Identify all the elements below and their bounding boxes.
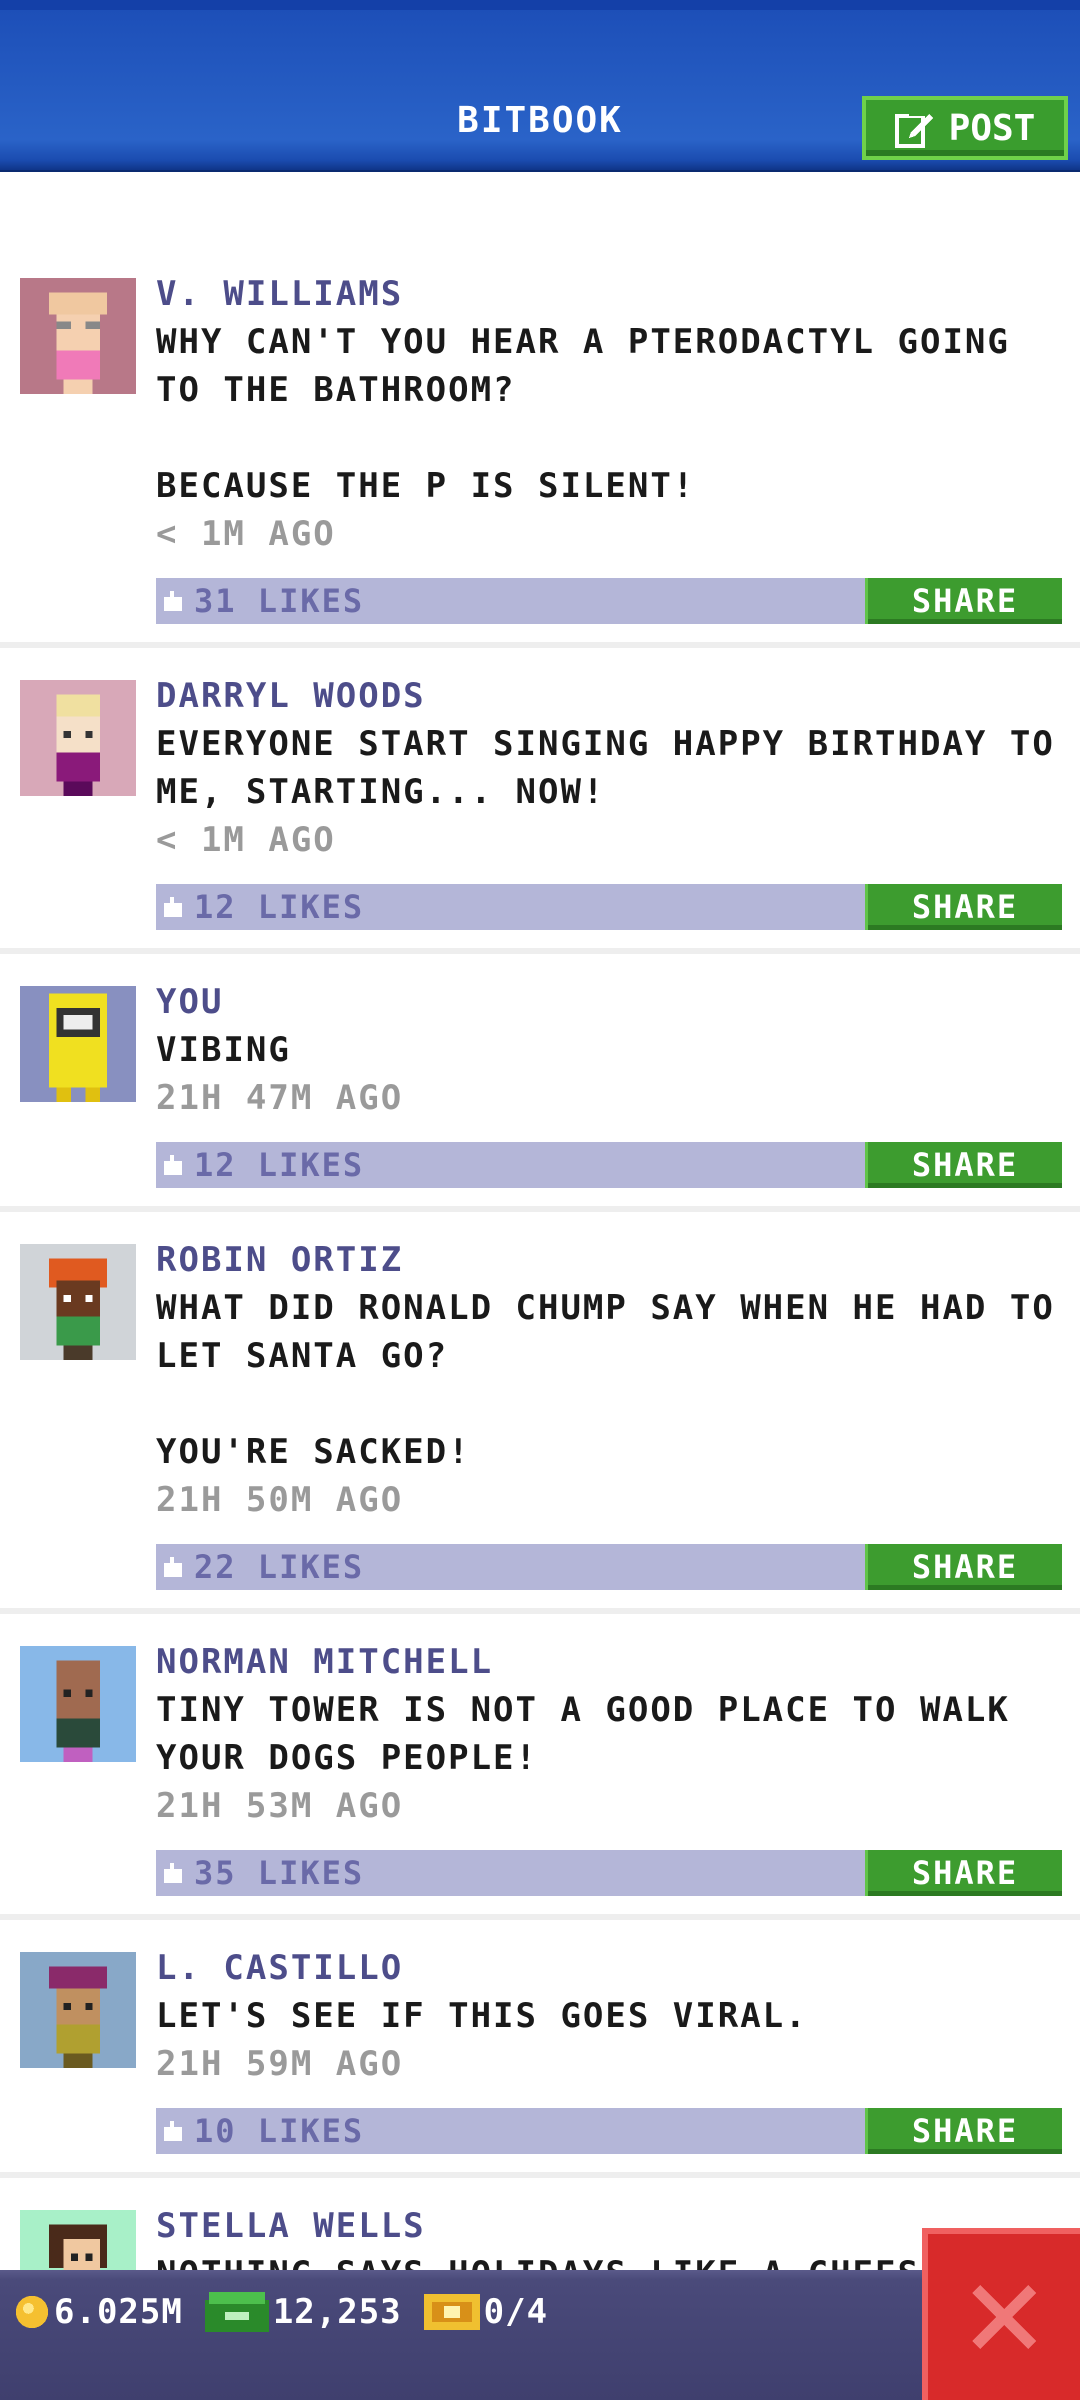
post-text: WHY CAN'T YOU HEAR A PTERODACTYL GOING T… (156, 322, 1010, 506)
post-content: V. WILLIAMS WHY CAN'T YOU HEAR A PTERODAC… (156, 258, 1066, 624)
like-count: 10 LIKES (194, 2112, 365, 2150)
post-content: L. CASTILLO LET'S SEE IF THIS GOES VIRAL.… (156, 1932, 1066, 2154)
thumbs-up-icon (164, 1557, 182, 1577)
feed-post: ROBIN ORTIZ WHAT DID RONALD CHUMP SAY WHE… (0, 1224, 1080, 1614)
like-count: 12 LIKES (194, 888, 365, 926)
post-author[interactable]: YOU (156, 978, 1066, 1026)
avatar-image (20, 986, 136, 1102)
like-count: 12 LIKES (194, 1146, 365, 1184)
post-text: EVERYONE START SINGING HAPPY BIRTHDAY TO… (156, 724, 1055, 812)
post-content: DARRYL WOODS EVERYONE START SINGING HAPPY… (156, 660, 1066, 930)
post-author[interactable]: L. CASTILLO (156, 1944, 1066, 1992)
post-actions-bar: 10 LIKES SHARE (156, 2108, 1062, 2154)
ticket-icon (423, 2294, 480, 2330)
thumbs-up-icon (164, 2121, 182, 2141)
tickets-stat: 0/4 (423, 2292, 549, 2332)
coin-icon (15, 2295, 49, 2329)
feed-post: L. CASTILLO LET'S SEE IF THIS GOES VIRAL.… (0, 1932, 1080, 2178)
blonde-man-avatar[interactable] (20, 680, 136, 796)
share-button[interactable]: SHARE (865, 884, 1062, 930)
post-author[interactable]: DARRYL WOODS (156, 672, 1066, 720)
feed-list: V. WILLIAMS WHY CAN'T YOU HEAR A PTERODAC… (0, 258, 1080, 2334)
like-count: 35 LIKES (194, 1854, 365, 1892)
avatar-image (20, 680, 136, 796)
tickets-value: 0/4 (483, 2292, 549, 2332)
share-button[interactable]: SHARE (865, 1544, 1062, 1590)
like-button[interactable]: 35 LIKES (162, 1850, 364, 1896)
post-author[interactable]: ROBIN ORTIZ (156, 1236, 1066, 1284)
avatar-image (20, 1244, 136, 1360)
avatar-image (20, 1646, 136, 1762)
coins-stat: 6.025M (14, 2292, 183, 2332)
post-text: WHAT DID RONALD CHUMP SAY WHEN HE HAD TO… (156, 1288, 1055, 1472)
post-content: ROBIN ORTIZ WHAT DID RONALD CHUMP SAY WHE… (156, 1224, 1066, 1590)
redhead-avatar[interactable] (20, 1244, 136, 1360)
bux-stat: 12,253 (204, 2292, 402, 2332)
close-icon (972, 2285, 1036, 2349)
share-button[interactable]: SHARE (865, 2108, 1062, 2154)
avatar-image (20, 1952, 136, 2068)
post-author[interactable]: NORMAN MITCHELL (156, 1638, 1066, 1686)
glasses-woman-avatar[interactable] (20, 278, 136, 394)
post-author[interactable]: V. WILLIAMS (156, 270, 1066, 318)
post-button[interactable]: POST (862, 96, 1068, 160)
feed-post: DARRYL WOODS EVERYONE START SINGING HAPPY… (0, 660, 1080, 954)
post-time: 21H 50M AGO (156, 1480, 404, 1520)
post-time: < 1M AGO (156, 514, 336, 554)
thumbs-up-icon (164, 1863, 182, 1883)
post-content: YOU VIBING 21H 47M AGO 12 LIKES SHARE (156, 966, 1066, 1188)
bottom-status-bar: 6.025M 12,253 0/4 (0, 2270, 1080, 2400)
share-button[interactable]: SHARE (865, 1850, 1062, 1896)
edit-icon (894, 110, 933, 148)
post-text: LET'S SEE IF THIS GOES VIRAL. (156, 1996, 808, 2036)
post-actions-bar: 22 LIKES SHARE (156, 1544, 1062, 1590)
close-button[interactable] (922, 2228, 1080, 2400)
post-time: 21H 47M AGO (156, 1078, 404, 1118)
post-actions-bar: 12 LIKES SHARE (156, 1142, 1062, 1188)
feed-post: V. WILLIAMS WHY CAN'T YOU HEAR A PTERODAC… (0, 258, 1080, 648)
bald-man-avatar[interactable] (20, 1646, 136, 1762)
share-button[interactable]: SHARE (865, 1142, 1062, 1188)
post-time: 21H 53M AGO (156, 1786, 404, 1826)
like-button[interactable]: 22 LIKES (162, 1544, 364, 1590)
like-count: 22 LIKES (194, 1548, 365, 1586)
post-actions-bar: 31 LIKES SHARE (156, 578, 1062, 624)
share-button[interactable]: SHARE (865, 578, 1062, 624)
like-button[interactable]: 10 LIKES (162, 2108, 364, 2154)
coins-value: 6.025M (54, 2292, 183, 2332)
post-content: NORMAN MITCHELL TINY TOWER IS NOT A GOOD … (156, 1626, 1066, 1896)
bux-icon (204, 2292, 269, 2332)
like-count: 31 LIKES (194, 582, 365, 620)
post-actions-bar: 12 LIKES SHARE (156, 884, 1062, 930)
cap-man-avatar[interactable] (20, 1952, 136, 2068)
hazmat-avatar[interactable] (20, 986, 136, 1102)
like-button[interactable]: 31 LIKES (162, 578, 364, 624)
like-button[interactable]: 12 LIKES (162, 1142, 364, 1188)
post-time: 21H 59M AGO (156, 2044, 404, 2084)
post-button-label: POST (948, 107, 1036, 149)
thumbs-up-icon (164, 897, 182, 917)
thumbs-up-icon (164, 1155, 182, 1175)
bux-value: 12,253 (272, 2292, 402, 2332)
like-button[interactable]: 12 LIKES (162, 884, 364, 930)
post-text: VIBING (156, 1030, 291, 1070)
feed-post: YOU VIBING 21H 47M AGO 12 LIKES SHARE (0, 966, 1080, 1212)
post-actions-bar: 35 LIKES SHARE (156, 1850, 1062, 1896)
post-text: TINY TOWER IS NOT A GOOD PLACE TO WALK Y… (156, 1690, 1010, 1778)
thumbs-up-icon (164, 591, 182, 611)
avatar-image (20, 278, 136, 394)
post-time: < 1M AGO (156, 820, 336, 860)
top-bar: BITBOOK POST (0, 0, 1080, 172)
feed-post: NORMAN MITCHELL TINY TOWER IS NOT A GOOD … (0, 1626, 1080, 1920)
